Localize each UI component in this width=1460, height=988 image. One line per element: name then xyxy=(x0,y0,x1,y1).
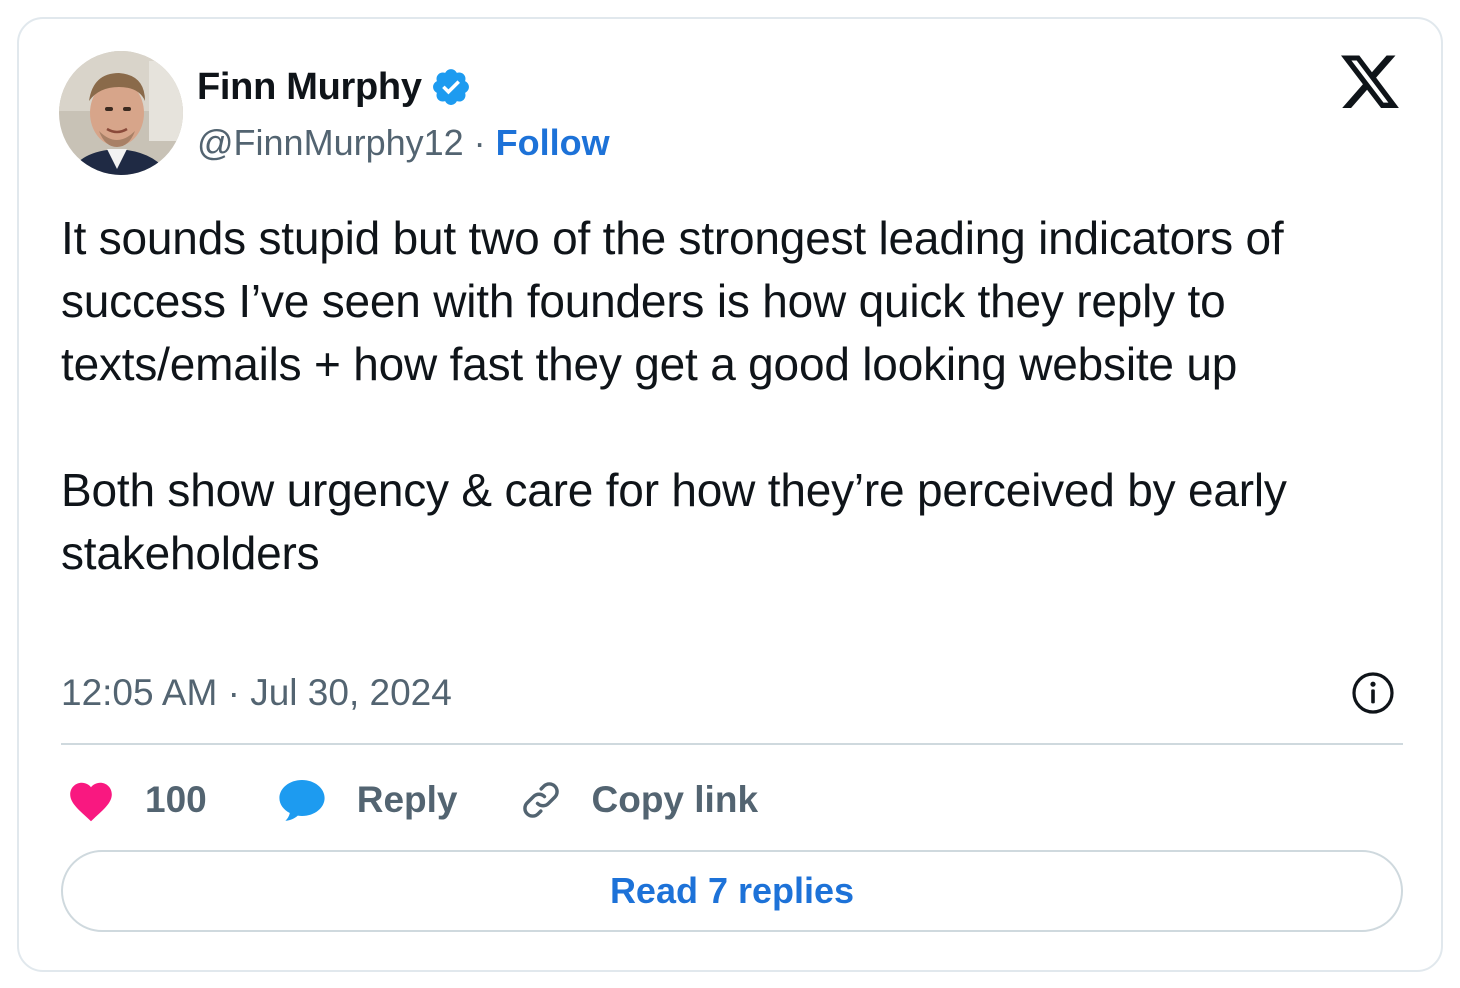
copy-link-button[interactable]: Copy link xyxy=(518,777,759,823)
separator-dot: · xyxy=(473,122,486,163)
tweet-embed-card: Finn Murphy @FinnMurphy12 · Follow It so… xyxy=(17,17,1443,972)
heart-icon xyxy=(67,778,115,822)
tweet-paragraph: It sounds stupid but two of the stronges… xyxy=(61,212,1284,390)
reply-button[interactable]: Reply xyxy=(277,777,458,823)
verified-badge-icon xyxy=(430,66,472,108)
avatar[interactable] xyxy=(59,51,183,175)
x-logo-icon[interactable] xyxy=(1341,55,1401,111)
info-icon[interactable] xyxy=(1349,669,1397,717)
divider xyxy=(61,743,1403,745)
speech-bubble-icon xyxy=(277,777,327,823)
tweet-paragraph: Both show urgency & care for how they’re… xyxy=(61,464,1287,579)
author-name-row: Finn Murphy xyxy=(197,63,472,111)
author-handle-row: @FinnMurphy12 · Follow xyxy=(197,119,610,167)
like-count: 100 xyxy=(145,779,207,820)
author-name[interactable]: Finn Murphy xyxy=(197,66,422,109)
read-replies-button[interactable]: Read 7 replies xyxy=(61,850,1403,932)
reply-label: Reply xyxy=(356,779,458,820)
tweet-text: It sounds stupid but two of the stronges… xyxy=(61,207,1411,585)
like-button[interactable]: 100 xyxy=(67,778,207,822)
follow-button[interactable]: Follow xyxy=(496,122,610,164)
copy-link-label: Copy link xyxy=(591,779,759,820)
link-icon xyxy=(518,777,564,823)
tweet-actions: 100 Reply Copy link xyxy=(67,771,758,829)
author-handle[interactable]: @FinnMurphy12 xyxy=(197,122,464,164)
tweet-timestamp[interactable]: 12:05 AM · Jul 30, 2024 xyxy=(61,669,452,717)
